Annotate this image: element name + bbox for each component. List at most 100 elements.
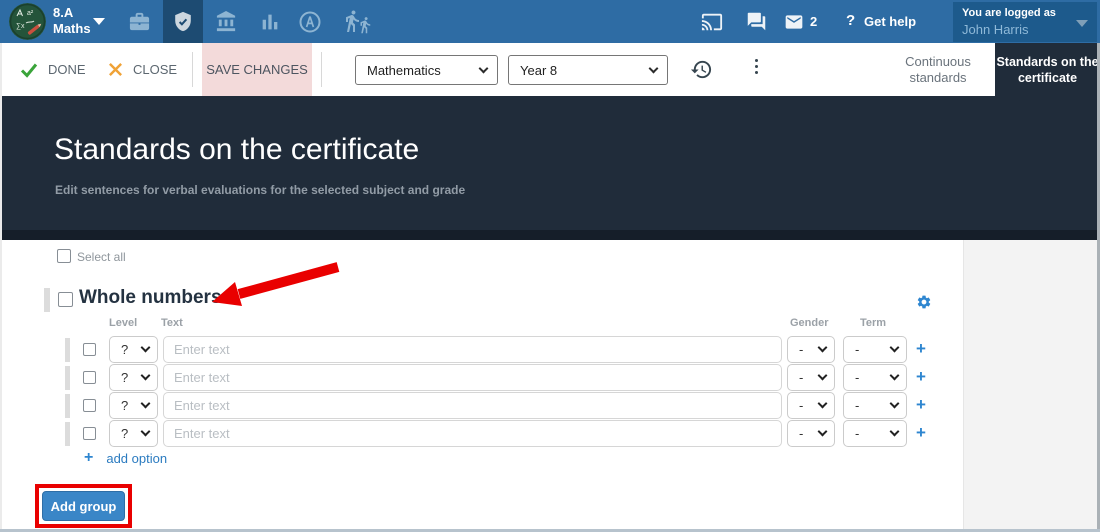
row-checkbox[interactable] xyxy=(83,427,96,440)
add-row-plus-icon[interactable]: + xyxy=(916,395,926,415)
add-option-link[interactable]: + add option xyxy=(84,449,167,467)
svg-text:∑x: ∑x xyxy=(16,23,25,30)
mail-icon[interactable] xyxy=(780,0,808,43)
group-checkbox[interactable] xyxy=(58,292,73,307)
row-drag-handle[interactable] xyxy=(65,394,70,418)
gender-select[interactable]: - xyxy=(787,364,835,391)
row-drag-handle[interactable] xyxy=(65,366,70,390)
history-button[interactable] xyxy=(690,58,713,86)
class-selector-caret-icon[interactable] xyxy=(93,18,105,25)
sentence-text-input[interactable] xyxy=(163,392,782,419)
close-label: CLOSE xyxy=(133,62,177,77)
level-select[interactable]: ? xyxy=(109,420,158,447)
chevron-down-icon xyxy=(141,399,151,409)
close-button[interactable]: CLOSE xyxy=(108,43,177,96)
add-row-plus-icon[interactable]: + xyxy=(916,367,926,387)
mail-count-badge: 2 xyxy=(810,14,817,29)
save-changes-button[interactable]: SAVE CHANGES xyxy=(202,43,312,96)
column-header-gender: Gender xyxy=(790,317,829,329)
column-header-text: Text xyxy=(161,317,183,329)
level-value: ? xyxy=(121,342,128,357)
chevron-down-icon xyxy=(818,343,828,353)
gender-select[interactable]: - xyxy=(787,420,835,447)
column-header-term: Term xyxy=(860,317,886,329)
add-row-plus-icon[interactable]: + xyxy=(916,339,926,359)
done-button[interactable]: DONE xyxy=(20,43,86,96)
term-select[interactable]: - xyxy=(843,364,907,391)
term-select[interactable]: - xyxy=(843,336,907,363)
compass-grades-icon[interactable] xyxy=(290,0,330,43)
page-subtitle: Edit sentences for verbal evaluations fo… xyxy=(55,183,465,197)
page-title: Standards on the certificate xyxy=(54,133,419,167)
row-drag-handle[interactable] xyxy=(65,338,70,362)
subject-select-value: Mathematics xyxy=(367,63,441,78)
action-toolbar: DONE CLOSE SAVE CHANGES Mathematics Year… xyxy=(0,43,1100,96)
row-drag-handle[interactable] xyxy=(65,422,70,446)
get-help-link[interactable]: Get help xyxy=(864,14,916,29)
chevron-down-icon xyxy=(890,427,900,437)
grade-select[interactable]: Year 8 xyxy=(508,55,668,85)
chevron-down-icon xyxy=(890,371,900,381)
group-settings-gear-icon[interactable] xyxy=(916,294,932,315)
user-name: John Harris xyxy=(962,22,1028,37)
svg-text:a²: a² xyxy=(27,10,34,17)
shield-check-icon[interactable] xyxy=(163,0,203,43)
select-all-label: Select all xyxy=(77,250,126,264)
column-header-level: Level xyxy=(109,317,137,329)
sentence-text-input[interactable] xyxy=(163,336,782,363)
tab-standards-on-certificate[interactable]: Standards on the certificate xyxy=(995,43,1100,96)
row-checkbox[interactable] xyxy=(83,371,96,384)
page-header-banner xyxy=(2,96,1097,240)
level-value: ? xyxy=(121,370,128,385)
gender-select[interactable]: - xyxy=(787,392,835,419)
row-checkbox[interactable] xyxy=(83,343,96,356)
add-group-button[interactable]: Add group xyxy=(42,491,125,521)
chalkboard-avatar-image: a² ∑x xyxy=(9,3,46,40)
group-drag-handle[interactable] xyxy=(44,288,50,312)
class-name-line1: 8.A xyxy=(53,5,91,21)
subject-select[interactable]: Mathematics xyxy=(355,55,498,85)
bar-chart-icon[interactable] xyxy=(250,0,290,43)
term-value: - xyxy=(855,370,859,385)
screen: a² ∑x 8.A Maths xyxy=(0,0,1100,532)
chat-icon[interactable] xyxy=(742,0,770,43)
gender-select[interactable]: - xyxy=(787,336,835,363)
tab-continuous-standards[interactable]: Continuous standards xyxy=(885,43,991,96)
chevron-down-icon xyxy=(141,343,151,353)
chevron-down-icon xyxy=(649,63,659,73)
history-icon xyxy=(690,58,713,81)
institution-icon[interactable] xyxy=(206,0,246,43)
screen-cast-icon[interactable] xyxy=(698,0,726,43)
more-options-kebab-icon[interactable] xyxy=(753,59,759,74)
class-selector[interactable]: 8.A Maths xyxy=(53,5,91,37)
help-question-icon[interactable]: ? xyxy=(846,12,855,29)
add-row-plus-icon[interactable]: + xyxy=(916,423,926,443)
logged-in-user-menu[interactable]: You are logged as John Harris xyxy=(953,2,1097,42)
right-gutter-panel xyxy=(963,240,1097,529)
term-value: - xyxy=(855,426,859,441)
select-all-checkbox[interactable] xyxy=(57,249,71,263)
term-select[interactable]: - xyxy=(843,420,907,447)
chevron-down-icon xyxy=(141,427,151,437)
sentence-text-input[interactable] xyxy=(163,364,782,391)
term-value: - xyxy=(855,342,859,357)
standard-row: ? - - + xyxy=(0,420,945,448)
sentence-text-input[interactable] xyxy=(163,420,782,447)
students-walking-icon[interactable] xyxy=(334,0,382,43)
term-select[interactable]: - xyxy=(843,392,907,419)
class-avatar[interactable]: a² ∑x xyxy=(9,3,46,40)
row-checkbox[interactable] xyxy=(83,399,96,412)
done-label: DONE xyxy=(48,62,86,77)
level-select[interactable]: ? xyxy=(109,392,158,419)
chevron-down-icon xyxy=(890,343,900,353)
level-select[interactable]: ? xyxy=(109,364,158,391)
briefcase-icon[interactable] xyxy=(119,0,159,43)
user-menu-caret-icon xyxy=(1076,20,1088,27)
toolbar-divider xyxy=(321,52,322,87)
chevron-down-icon xyxy=(818,427,828,437)
level-select[interactable]: ? xyxy=(109,336,158,363)
class-name-line2: Maths xyxy=(53,21,91,37)
logged-as-label: You are logged as xyxy=(962,7,1056,19)
chevron-down-icon xyxy=(818,399,828,409)
chevron-down-icon xyxy=(479,63,489,73)
